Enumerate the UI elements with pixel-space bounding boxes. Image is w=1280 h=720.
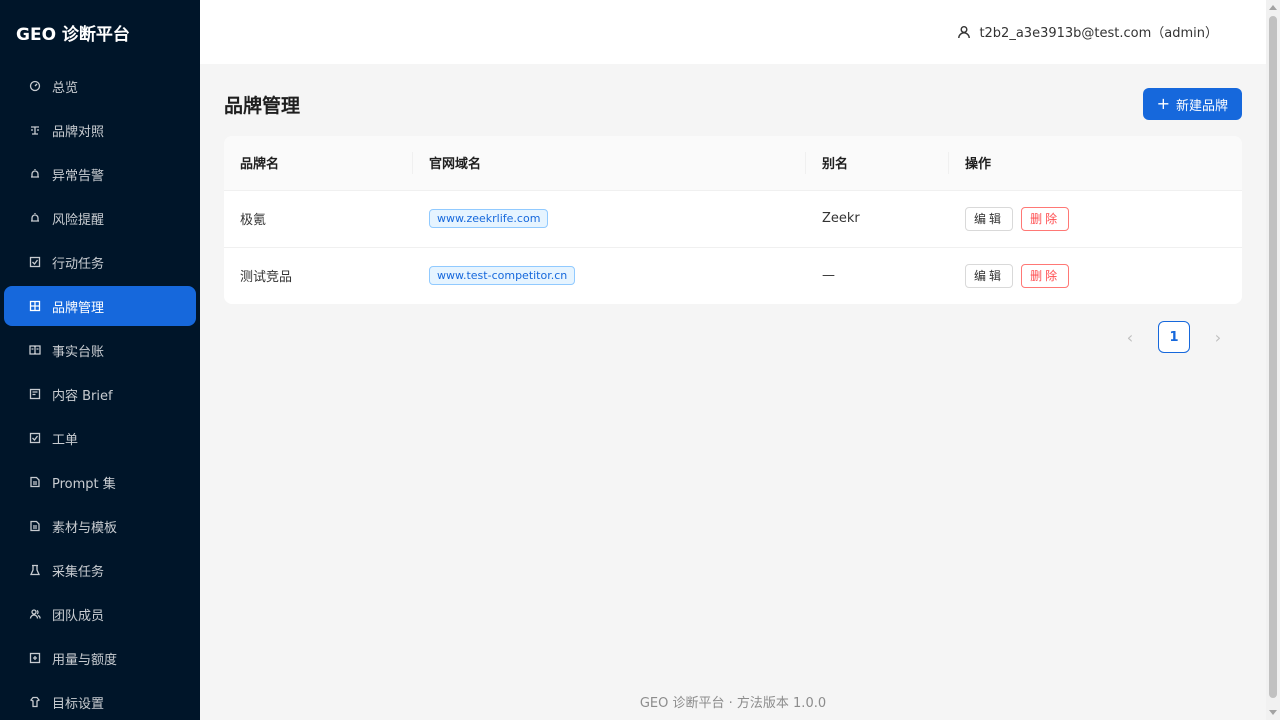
user-icon — [958, 25, 971, 38]
sidebar-item-overview[interactable]: 总览 — [4, 66, 196, 106]
new-brand-button[interactable]: + 新建品牌 — [1142, 88, 1242, 120]
sidebar-item-prompt-set[interactable]: Prompt 集 — [4, 462, 196, 502]
column-header-brand-name: 品牌名 — [224, 136, 413, 191]
brand-table: 品牌名 官网域名 别名 操作 极氪 www.zeekrlife.com Zeek… — [224, 136, 1242, 304]
brief-icon — [28, 387, 42, 401]
sidebar-item-materials-templates[interactable]: 素材与模板 — [4, 506, 196, 546]
domain-cell: www.zeekrlife.com — [413, 190, 806, 248]
sidebar-item-team-members[interactable]: 团队成员 — [4, 594, 196, 634]
sidebar-item-label: 事实台账 — [52, 344, 105, 360]
edit-button[interactable]: 编辑 — [965, 263, 1014, 288]
sidebar-item-action-tasks[interactable]: 行动任务 — [4, 242, 196, 282]
sidebar-item-label: 品牌管理 — [52, 300, 105, 316]
sidebar-item-brand-compare[interactable]: 品牌对照 — [4, 110, 196, 150]
next-page-icon[interactable]: › — [1206, 321, 1230, 353]
sidebar-item-label: 风险提醒 — [52, 212, 105, 228]
sidebar-item-label: 异常告警 — [52, 168, 105, 184]
domain-cell: www.test-competitor.cn — [413, 247, 806, 304]
column-header-alias: 别名 — [806, 136, 949, 191]
alias-cell: Zeekr — [806, 190, 949, 248]
sidebar-item-collection-tasks[interactable]: 采集任务 — [4, 550, 196, 590]
sidebar-item-label: 内容 Brief — [52, 388, 113, 404]
ticket-icon — [28, 431, 42, 445]
sidebar: GEO 诊断平台 总览 品牌对照 异常告警 风险提醒 行动任务 品牌管理 事实台… — [0, 0, 200, 720]
scroll-down-icon[interactable] — [1269, 710, 1277, 715]
sidebar-item-fact-ledger[interactable]: 事实台账 — [4, 330, 196, 370]
brand-name-cell: 极氪 — [224, 190, 413, 248]
ledger-icon — [28, 343, 42, 357]
main-content: 品牌管理 + 新建品牌 品牌名 官网域名 别名 操作 极氪 www.zeekrl… — [200, 64, 1266, 720]
sidebar-item-label: 工单 — [52, 432, 79, 448]
sidebar-item-label: 行动任务 — [52, 256, 105, 272]
delete-button[interactable]: 删除 — [1021, 263, 1070, 288]
column-header-domain: 官网域名 — [413, 136, 806, 191]
alias-cell: — — [822, 268, 835, 284]
user-email: t2b2_a3e3913b@test.com（admin） — [979, 26, 1218, 41]
vertical-scrollbar[interactable] — [1266, 0, 1280, 720]
footer-text: GEO 诊断平台 · 方法版本 1.0.0 — [639, 696, 827, 711]
sidebar-item-brand-management[interactable]: 品牌管理 — [4, 286, 196, 326]
table-row: 极氪 www.zeekrlife.com Zeekr 编辑 删除 — [224, 190, 1242, 248]
sidebar-menu: 总览 品牌对照 异常告警 风险提醒 行动任务 品牌管理 事实台账 内容 Brie… — [0, 66, 200, 720]
team-icon — [28, 607, 42, 621]
sidebar-item-target-settings[interactable]: 目标设置 — [4, 682, 196, 720]
actions-cell: 编辑 删除 — [949, 247, 1242, 304]
sidebar-item-label: 素材与模板 — [52, 520, 118, 536]
sidebar-item-label: 采集任务 — [52, 564, 105, 580]
app-logo: GEO 诊断平台 — [16, 24, 130, 45]
sidebar-item-risk-reminder[interactable]: 风险提醒 — [4, 198, 196, 238]
sidebar-item-label: Prompt 集 — [52, 476, 116, 492]
sidebar-item-anomaly-alert[interactable]: 异常告警 — [4, 154, 196, 194]
page-title: 品牌管理 — [224, 95, 301, 117]
sidebar-item-label: 总览 — [52, 80, 79, 96]
domain-tag: www.test-competitor.cn — [429, 266, 576, 286]
brand-icon — [28, 299, 42, 313]
new-brand-button-label: 新建品牌 — [1175, 98, 1228, 114]
pagination: ‹ 1 › — [1118, 321, 1230, 353]
collect-icon — [28, 563, 42, 577]
sidebar-item-label: 品牌对照 — [52, 124, 105, 140]
target-icon — [28, 695, 42, 709]
sidebar-item-label: 团队成员 — [52, 608, 105, 624]
scroll-up-icon[interactable] — [1269, 5, 1277, 10]
usage-icon — [28, 651, 42, 665]
sidebar-item-label: 用量与额度 — [52, 652, 118, 668]
page-number-current[interactable]: 1 — [1158, 321, 1190, 353]
sidebar-item-label: 目标设置 — [52, 696, 105, 712]
table-row: 测试竞品 www.test-competitor.cn — 编辑 删除 — [224, 247, 1242, 304]
delete-button[interactable]: 删除 — [1021, 206, 1070, 231]
actions-cell: 编辑 删除 — [949, 190, 1242, 248]
table-header-row: 品牌名 官网域名 别名 操作 — [224, 136, 1242, 191]
sidebar-item-content-brief[interactable]: 内容 Brief — [4, 374, 196, 414]
column-header-actions: 操作 — [949, 136, 1242, 191]
dashboard-icon — [28, 79, 42, 93]
user-info[interactable]: t2b2_a3e3913b@test.com（admin） — [957, 22, 1218, 41]
scrollbar-thumb[interactable] — [1269, 16, 1277, 698]
risk-icon — [28, 211, 42, 225]
plus-icon: + — [1156, 94, 1170, 113]
sidebar-item-usage-quota[interactable]: 用量与额度 — [4, 638, 196, 678]
task-icon — [28, 255, 42, 269]
compare-icon — [28, 123, 42, 137]
prev-page-icon[interactable]: ‹ — [1118, 321, 1142, 353]
brand-name-cell: 测试竞品 — [240, 270, 293, 286]
sidebar-item-tickets[interactable]: 工单 — [4, 418, 196, 458]
template-icon — [28, 519, 42, 533]
edit-button[interactable]: 编辑 — [965, 206, 1014, 231]
top-header: t2b2_a3e3913b@test.com（admin） — [200, 0, 1266, 64]
prompt-icon — [28, 475, 42, 489]
domain-tag: www.zeekrlife.com — [429, 209, 549, 228]
alert-icon — [28, 167, 42, 181]
